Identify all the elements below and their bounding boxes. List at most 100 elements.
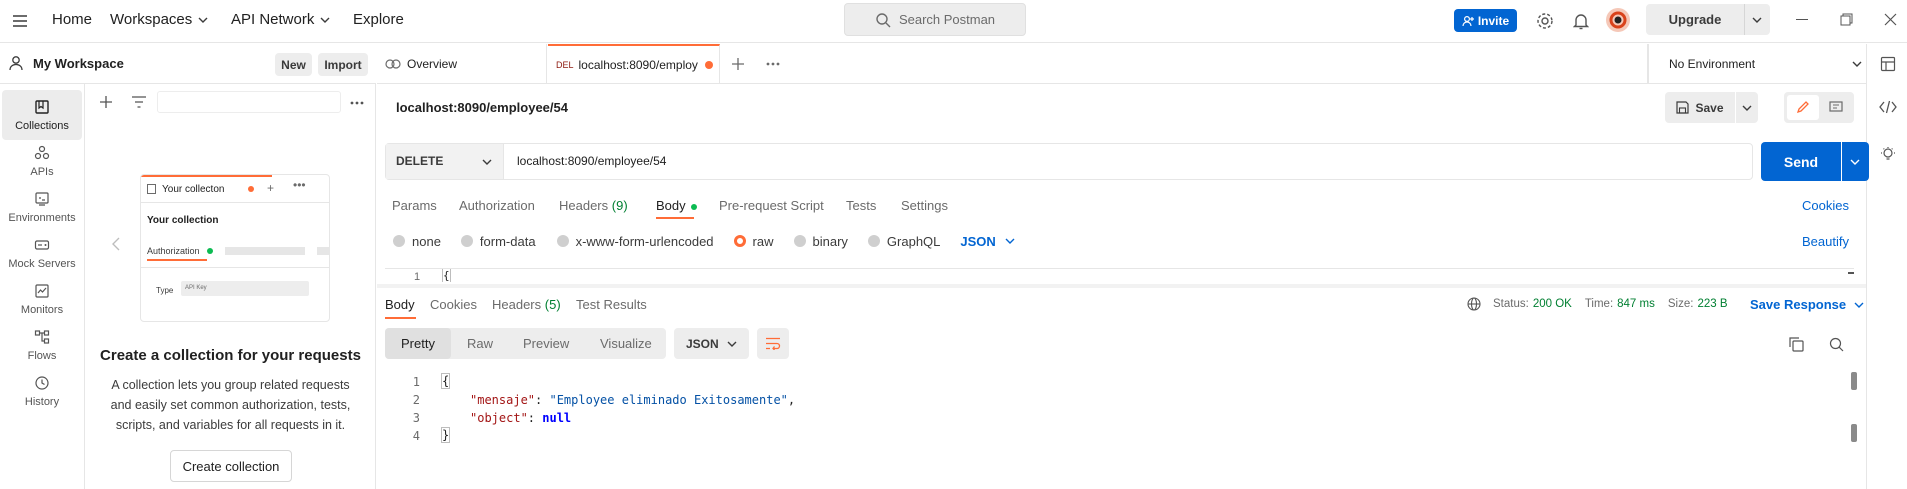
sidebar-item-collections[interactable]: Collections xyxy=(2,90,82,140)
tab-overview[interactable]: Overview xyxy=(377,44,547,84)
radio-urlencoded[interactable] xyxy=(556,235,569,247)
tab-headers-count: (9) xyxy=(611,198,628,213)
tab-params[interactable]: Params xyxy=(392,198,437,213)
edit-mode-toggle[interactable] xyxy=(1784,92,1854,123)
code-icon[interactable] xyxy=(1879,100,1897,114)
tab-active-request[interactable]: DEL localhost:8090/employ xyxy=(548,44,720,84)
line-number: 2 xyxy=(412,393,420,407)
save-response-button[interactable]: Save Response xyxy=(1750,297,1864,312)
request-line-number: 1 xyxy=(414,271,421,282)
close-icon[interactable] xyxy=(1884,13,1897,26)
code-line-mensaje: "mensaje": "Employee eliminado Exitosame… xyxy=(470,393,796,407)
tab-authorization[interactable]: Authorization xyxy=(459,198,535,213)
tab-settings[interactable]: Settings xyxy=(901,198,948,213)
send-options-button[interactable] xyxy=(1842,142,1869,181)
method-select[interactable]: DELETE xyxy=(386,144,504,179)
create-collection-button[interactable]: Create collection xyxy=(170,450,292,482)
new-button[interactable]: New xyxy=(275,53,312,76)
import-button[interactable]: Import xyxy=(318,53,368,76)
comments-icon[interactable] xyxy=(1829,101,1843,114)
minimize-icon[interactable] xyxy=(1796,19,1808,20)
size-value[interactable]: 223 B xyxy=(1697,298,1727,310)
settings-icon[interactable] xyxy=(1536,12,1554,30)
response-tab-headers[interactable]: Headers (5) xyxy=(492,297,561,312)
environment-quicklook-icon[interactable] xyxy=(1880,56,1896,72)
view-raw[interactable]: Raw xyxy=(467,336,493,351)
response-format-select[interactable]: JSON xyxy=(674,328,749,359)
sidebar-item-apis[interactable]: APIs xyxy=(2,136,82,186)
tab-pre-request-script[interactable]: Pre-request Script xyxy=(719,198,824,213)
nav-api-network[interactable]: API Network xyxy=(231,11,330,28)
add-icon[interactable] xyxy=(99,95,113,109)
sidebar-item-monitors[interactable]: Monitors xyxy=(2,274,82,324)
body-format-select[interactable]: JSON xyxy=(960,234,995,249)
nav-workspaces[interactable]: Workspaces xyxy=(110,11,208,28)
cookies-link[interactable]: Cookies xyxy=(1802,198,1849,213)
filter-icon[interactable] xyxy=(131,96,147,108)
collections-search-input[interactable] xyxy=(157,91,341,113)
more-options-icon[interactable] xyxy=(350,101,364,105)
edit-icon[interactable] xyxy=(1787,95,1819,120)
chevron-down-icon[interactable] xyxy=(1752,17,1762,23)
response-scrollbar-thumb[interactable] xyxy=(1851,424,1857,442)
nav-home-label: Home xyxy=(52,11,93,28)
response-tab-test-results[interactable]: Test Results xyxy=(576,297,647,312)
radio-form-data-label: form-data xyxy=(479,233,536,249)
tab-headers-label: Headers xyxy=(559,198,609,213)
response-scrollbar-thumb[interactable] xyxy=(1851,372,1857,390)
radio-form-data[interactable] xyxy=(460,235,473,247)
response-active-tab-indicator xyxy=(385,317,416,319)
globe-icon[interactable] xyxy=(1467,297,1481,311)
restore-icon[interactable] xyxy=(1840,13,1853,26)
menu-icon[interactable] xyxy=(12,14,28,28)
sidebar-item-history[interactable]: History xyxy=(2,366,82,416)
environment-dropdown[interactable]: No Environment xyxy=(1648,44,1866,84)
tab-headers[interactable]: Headers (9) xyxy=(559,198,628,213)
view-pretty[interactable]: Pretty xyxy=(385,328,451,359)
pane-divider[interactable] xyxy=(377,284,1866,288)
tabs-more-icon[interactable] xyxy=(766,62,780,66)
lightbulb-icon[interactable] xyxy=(1880,146,1896,162)
tab-tests[interactable]: Tests xyxy=(846,198,876,213)
invite-button[interactable]: Invite xyxy=(1454,9,1517,32)
avatar[interactable] xyxy=(1606,8,1630,32)
nav-workspaces-label: Workspaces xyxy=(110,11,193,28)
search-bar[interactable]: Search Postman xyxy=(844,3,1026,36)
sidebar-item-flows[interactable]: Flows xyxy=(2,320,82,370)
copy-icon[interactable] xyxy=(1789,337,1804,352)
response-body-viewer[interactable]: 1 2 3 4 { "mensaje": "Employee eliminado… xyxy=(385,372,1859,448)
nav-explore[interactable]: Explore xyxy=(353,11,404,28)
radio-binary[interactable] xyxy=(793,235,806,247)
view-preview[interactable]: Preview xyxy=(523,336,569,351)
url-input[interactable]: localhost:8090/employee/54 xyxy=(505,144,1752,179)
search-icon[interactable] xyxy=(1829,337,1844,352)
send-button[interactable]: Send xyxy=(1761,142,1841,181)
new-tab-icon[interactable] xyxy=(731,57,745,71)
tab-title: localhost:8090/employ xyxy=(578,58,698,72)
upgrade-button[interactable]: Upgrade xyxy=(1646,4,1770,35)
right-rail xyxy=(1866,44,1907,489)
chevron-down-icon[interactable] xyxy=(1005,238,1015,244)
wrap-lines-button[interactable] xyxy=(757,328,789,359)
tab-body[interactable]: Body xyxy=(656,198,698,213)
response-tab-body[interactable]: Body xyxy=(385,297,415,312)
notifications-icon[interactable] xyxy=(1573,12,1589,30)
nav-home[interactable]: Home xyxy=(52,11,92,28)
line-number: 3 xyxy=(412,411,420,425)
save-options-button[interactable] xyxy=(1736,92,1758,123)
sidebar-item-environments[interactable]: Environments xyxy=(2,182,82,232)
response-tab-cookies[interactable]: Cookies xyxy=(430,297,477,312)
editor-scrollbar[interactable] xyxy=(1848,272,1854,274)
save-button[interactable]: Save xyxy=(1665,92,1735,123)
time-value[interactable]: 847 ms xyxy=(1617,298,1655,310)
radio-none[interactable] xyxy=(393,235,405,247)
radio-none-label: none xyxy=(412,233,441,249)
preview-add-icon: + xyxy=(267,181,275,195)
request-body-editor[interactable]: 1 { xyxy=(385,268,1854,282)
status-value[interactable]: 200 OK xyxy=(1533,298,1572,310)
beautify-link[interactable]: Beautify xyxy=(1802,234,1849,249)
radio-raw[interactable] xyxy=(733,235,746,247)
radio-graphql[interactable] xyxy=(867,235,880,247)
view-visualize[interactable]: Visualize xyxy=(600,336,652,351)
sidebar-item-mock-servers[interactable]: Mock Servers xyxy=(2,228,82,278)
